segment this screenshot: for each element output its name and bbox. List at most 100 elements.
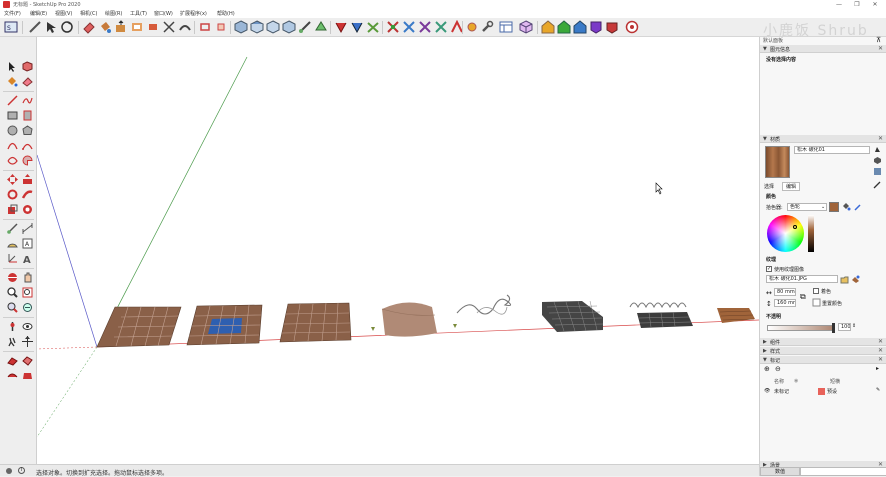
maximize-button[interactable]: ❐ <box>848 0 866 9</box>
tab-select[interactable]: 选择 <box>764 183 774 190</box>
geo-location-icon[interactable] <box>6 468 12 474</box>
close-button[interactable]: ✕ <box>866 0 884 9</box>
sandbox-from-scratch-icon[interactable] <box>22 355 33 366</box>
protractor-icon[interactable] <box>7 238 18 249</box>
3d-text-icon[interactable]: A <box>22 253 33 264</box>
extension-7-icon[interactable] <box>434 20 448 34</box>
scene-canvas[interactable] <box>37 37 759 464</box>
extension-2-icon[interactable] <box>350 20 364 34</box>
info-icon[interactable]: i <box>18 467 25 474</box>
section-plane-tool-icon[interactable] <box>22 336 33 347</box>
styles-panel-header[interactable]: ▶ 样式 ✕ <box>760 347 886 355</box>
create-material-icon[interactable] <box>873 145 882 154</box>
components-close-icon[interactable]: ✕ <box>878 338 883 345</box>
scale-icon[interactable] <box>7 204 18 215</box>
color-wheel[interactable] <box>767 215 804 252</box>
front-view-icon[interactable] <box>266 20 280 34</box>
menu-help[interactable]: 帮助(H) <box>217 10 235 17</box>
materials-close-icon[interactable]: ✕ <box>878 135 883 142</box>
tag-visibility-eye-icon[interactable]: 👁 <box>764 388 770 394</box>
rectangle-small-icon[interactable] <box>198 20 212 34</box>
share-model-icon[interactable] <box>573 20 587 34</box>
eraser-tool-icon[interactable] <box>82 20 96 34</box>
help-icon[interactable] <box>625 20 639 34</box>
link-aspect-icon[interactable]: ⧉ <box>800 292 806 302</box>
components-panel-header[interactable]: ▶ 组件 ✕ <box>760 338 886 346</box>
use-texture-checkbox[interactable]: ✓ <box>766 266 772 272</box>
match-color-screen-icon[interactable] <box>854 202 863 211</box>
extension-warehouse-icon[interactable] <box>557 20 571 34</box>
tab-edit[interactable]: 编辑 <box>782 182 801 191</box>
opacity-slider[interactable] <box>767 325 833 331</box>
chevron-down-icon[interactable]: ⌄ <box>821 204 825 210</box>
make-component-icon[interactable] <box>22 61 33 72</box>
sample-paint-icon[interactable] <box>873 180 882 189</box>
paint-bucket-icon[interactable] <box>98 20 112 34</box>
smoove-icon[interactable] <box>7 370 18 381</box>
text-icon[interactable]: A <box>22 238 33 249</box>
stamp-icon[interactable] <box>22 370 33 381</box>
look-around-icon[interactable] <box>22 321 33 332</box>
eraser-icon[interactable] <box>22 76 33 87</box>
dimension-icon[interactable] <box>22 223 33 234</box>
share-component-icon[interactable] <box>589 20 603 34</box>
styles-close-icon[interactable]: ✕ <box>878 347 883 354</box>
push-pull-tool-icon[interactable] <box>22 174 33 185</box>
right-view-icon[interactable] <box>282 20 296 34</box>
orbit-icon[interactable] <box>7 272 18 283</box>
reset-color-label[interactable]: 重置颜色 <box>822 300 842 307</box>
square-small-icon[interactable] <box>214 20 228 34</box>
extension-3-icon[interactable] <box>366 20 380 34</box>
rotate-icon[interactable] <box>7 189 18 200</box>
menu-view[interactable]: 视图(V) <box>55 10 72 17</box>
material-name-field[interactable]: 松木 碳化01 <box>794 146 870 154</box>
move-icon[interactable] <box>7 174 18 185</box>
add-tag-icon[interactable]: ⊕ <box>764 365 770 373</box>
opacity-slider-handle[interactable] <box>832 323 835 333</box>
sandbox-from-contours-icon[interactable] <box>7 355 18 366</box>
tags-sort-icon[interactable]: ◉ <box>794 378 798 384</box>
texture-file-field[interactable]: 松木 碳化01.JPG <box>766 275 838 283</box>
zoom-window-icon[interactable] <box>22 287 33 298</box>
two-point-arc-icon[interactable] <box>22 140 33 151</box>
pie-icon[interactable] <box>22 155 33 166</box>
polygon-icon[interactable] <box>22 125 33 136</box>
wrench-icon[interactable] <box>480 20 494 34</box>
menu-extensions[interactable]: 扩展程序(x) <box>180 10 207 17</box>
offset-icon[interactable] <box>130 20 144 34</box>
edit-texture-icon[interactable] <box>851 275 860 284</box>
section-plane-icon[interactable] <box>314 20 328 34</box>
extension-4-icon[interactable] <box>386 20 400 34</box>
extension-1-icon[interactable] <box>334 20 348 34</box>
menu-draw[interactable]: 绘图(R) <box>105 10 122 17</box>
select-tool-icon[interactable] <box>44 20 58 34</box>
measurements-input[interactable] <box>800 467 886 476</box>
menu-camera[interactable]: 相机(C) <box>80 10 97 17</box>
zoom-icon[interactable] <box>7 287 18 298</box>
materials-header[interactable]: ▼ 材质 ✕ <box>760 135 886 143</box>
model-viewport[interactable] <box>37 37 759 464</box>
freehand-icon[interactable] <box>22 95 33 106</box>
menu-edit[interactable]: 编辑(E) <box>30 10 47 17</box>
value-slider[interactable] <box>808 215 814 252</box>
layout-icon[interactable] <box>499 20 513 34</box>
circle-icon[interactable] <box>7 125 18 136</box>
browse-texture-icon[interactable] <box>840 275 849 284</box>
line-tool-icon[interactable] <box>28 20 42 34</box>
follow-me-tool-icon[interactable] <box>22 189 33 200</box>
tags-details-icon[interactable]: ▸ <box>876 365 879 372</box>
default-paint-icon[interactable] <box>873 156 882 165</box>
match-color-model-icon[interactable] <box>842 202 851 211</box>
warehouse-icon[interactable] <box>541 20 555 34</box>
component-cube-icon[interactable] <box>519 20 533 34</box>
texture-width-field[interactable]: 80 mm <box>774 288 796 296</box>
tags-panel-header[interactable]: ▼ 标记 ✕ <box>760 356 886 364</box>
offset-tool-icon[interactable] <box>22 204 33 215</box>
menu-file[interactable]: 文件(F) <box>4 10 21 17</box>
pencil-line-icon[interactable] <box>7 95 18 106</box>
select-arrow-icon[interactable] <box>7 61 18 72</box>
extension-6-icon[interactable] <box>418 20 432 34</box>
walk-icon[interactable] <box>7 336 18 347</box>
minimize-button[interactable]: — <box>830 0 848 9</box>
colorize-checkbox[interactable] <box>813 288 819 294</box>
